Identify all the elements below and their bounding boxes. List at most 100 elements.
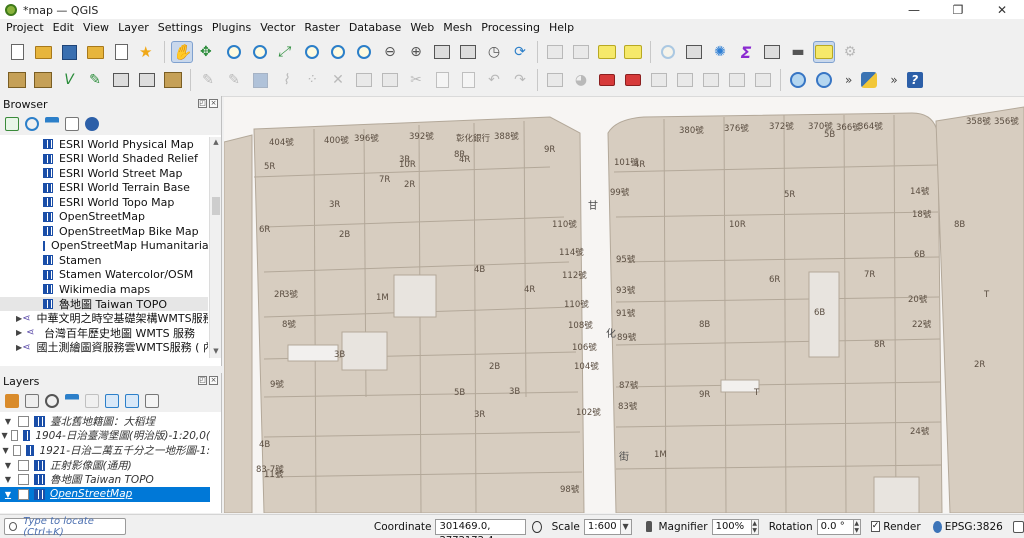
identify-button[interactable] [657, 41, 679, 63]
menu-mesh[interactable]: Mesh [443, 21, 472, 34]
layer-row[interactable]: ▼ OpenStreetMap [0, 486, 210, 502]
scrollbar-thumb[interactable] [212, 197, 220, 215]
select-features-button[interactable] [544, 41, 566, 63]
browser-item[interactable]: OpenStreetMap [0, 210, 208, 225]
map-canvas[interactable]: 404號 400號 396號 392號 388號 380號 376號 372號 370號 366號… [224, 97, 1024, 513]
magnifier-field[interactable]: 100% [711, 518, 752, 535]
zoom-native-button[interactable] [353, 41, 375, 63]
diagram-tool-button[interactable]: ◕ [570, 69, 592, 91]
statistics-button[interactable]: Σ [735, 41, 757, 63]
locator-search[interactable]: Type to locate (Ctrl+K) [4, 516, 126, 538]
float-panel-button[interactable]: ◰ [198, 99, 207, 108]
add-selected-layers-icon[interactable] [5, 117, 19, 131]
new-geopackage-layer-button[interactable] [32, 69, 54, 91]
refresh-icon[interactable] [25, 117, 39, 131]
menu-project[interactable]: Project [6, 21, 44, 34]
add-point-button[interactable]: ⁘ [301, 69, 323, 91]
browser-service-group[interactable]: ▶ ⋖ 國土測繪圖資服務雲WMTS服務 ( 內政 [0, 340, 208, 355]
menu-view[interactable]: View [83, 21, 109, 34]
modify-attributes-button[interactable] [353, 69, 375, 91]
layer-visibility-checkbox[interactable] [18, 488, 29, 500]
settings-extra-button[interactable]: ⚙ [839, 41, 861, 63]
zoom-in-button[interactable] [223, 41, 245, 63]
attribute-table-button[interactable] [683, 41, 705, 63]
browser-item[interactable]: Stamen [0, 253, 208, 268]
zoom-last-button[interactable]: ⊖ [379, 41, 401, 63]
messages-icon[interactable] [1012, 520, 1024, 533]
pin-labels-button[interactable] [596, 69, 618, 91]
filter-icon[interactable] [45, 117, 59, 131]
style-panel-icon[interactable] [5, 394, 19, 408]
save-project-button[interactable] [58, 41, 80, 63]
info-icon[interactable] [85, 117, 99, 131]
scale-field[interactable]: 1:600 [583, 518, 621, 535]
browser-service-group[interactable]: ▶ ⋖ 中華文明之時空基礎架構WMTS服務 ( [0, 311, 208, 326]
magnifier-spin-icon[interactable]: ▲ ▼ [751, 518, 759, 535]
browser-item[interactable]: ESRI World Topo Map [0, 195, 208, 210]
browser-item[interactable]: ESRI World Physical Map [0, 137, 208, 152]
highlight-labels-button[interactable] [622, 69, 644, 91]
crs-label[interactable]: EPSG:3826 [945, 521, 1003, 533]
save-as-button[interactable] [84, 41, 106, 63]
menu-layer[interactable]: Layer [118, 21, 149, 34]
delete-selected-button[interactable] [379, 69, 401, 91]
add-wms-layer-button[interactable] [787, 69, 809, 91]
layer-visibility-checkbox[interactable] [18, 459, 29, 471]
new-bookmark-button[interactable] [431, 41, 453, 63]
layer-row[interactable]: ▼ 1921-日治二萬五千分之一地形圖-1: [0, 443, 210, 458]
browser-item[interactable]: Wikimedia maps [0, 282, 208, 297]
add-raster-button[interactable] [110, 69, 132, 91]
layer-visibility-checkbox[interactable] [13, 444, 22, 456]
expand-arrow-icon[interactable]: ▼ [0, 461, 16, 470]
style-manager-button[interactable]: ★ [136, 41, 158, 63]
menu-web[interactable]: Web [410, 21, 434, 34]
zoom-layer-button[interactable] [327, 41, 349, 63]
layer-row[interactable]: ▼ 1904-日治臺灣堡圖(明治版)-1:20,0( [0, 429, 210, 444]
undo-button[interactable]: ↶ [483, 69, 505, 91]
browser-scrollbar[interactable]: ▲ ▼ [209, 137, 221, 358]
menu-plugins[interactable]: Plugins [212, 21, 251, 34]
browser-item[interactable]: 魯地圖 Taiwan TOPO [0, 296, 208, 311]
scroll-down-icon[interactable]: ▼ [210, 347, 222, 357]
map-tips-button[interactable] [813, 41, 835, 63]
toolbar-overflow-icon[interactable]: » [890, 73, 897, 87]
menu-raster[interactable]: Raster [304, 21, 339, 34]
close-panel-button[interactable]: × [209, 99, 218, 108]
layer-visibility-checkbox[interactable] [18, 474, 29, 486]
open-table-button[interactable] [761, 41, 783, 63]
layer-visibility-checkbox[interactable] [11, 430, 19, 442]
menu-processing[interactable]: Processing [481, 21, 540, 34]
expand-arrow-icon[interactable]: ▼ [0, 417, 16, 426]
render-checkbox[interactable]: ✓ [870, 521, 881, 532]
deselect-button[interactable] [596, 41, 618, 63]
layer-visibility-checkbox[interactable] [18, 415, 29, 427]
data-source-manager-button[interactable] [6, 69, 28, 91]
coordinate-field[interactable]: 301469.0, 2772172.4 [435, 518, 526, 538]
rotate-label-button[interactable] [674, 69, 696, 91]
zoom-next-button[interactable]: ⊕ [405, 41, 427, 63]
menu-database[interactable]: Database [349, 21, 402, 34]
select-by-value-button[interactable] [570, 41, 592, 63]
browser-item[interactable]: Stamen Watercolor/OSM [0, 268, 208, 283]
rotation-spin-icon[interactable]: ▲ ▼ [853, 518, 861, 535]
pan-to-selection-button[interactable]: ✥ [197, 41, 219, 63]
add-delimited-text-button[interactable]: ✎ [84, 69, 106, 91]
lock-scale-icon[interactable] [645, 521, 653, 532]
scroll-up-icon[interactable]: ▲ [210, 138, 222, 148]
copy-button[interactable] [431, 69, 453, 91]
menu-edit[interactable]: Edit [53, 21, 74, 34]
layer-row[interactable]: ▼ 臺北舊地籍圖：大稻埕 [0, 414, 210, 429]
paste-button[interactable] [457, 69, 479, 91]
vertex-tool-button[interactable]: ✕ [327, 69, 349, 91]
zoom-out-button[interactable] [249, 41, 271, 63]
add-wms-button[interactable] [162, 69, 184, 91]
refresh-button[interactable]: ⟳ [509, 41, 531, 63]
toggle-editing-button[interactable]: ✎ [197, 69, 219, 91]
processing-toolbox-button[interactable]: ✺ [709, 41, 731, 63]
zoom-selection-button[interactable] [301, 41, 323, 63]
select-location-button[interactable] [622, 41, 644, 63]
rotation-field[interactable]: 0.0 ° [816, 518, 854, 535]
pan-map-button[interactable]: ✋ [171, 41, 193, 63]
add-vector-layer-button[interactable]: V [58, 69, 80, 91]
filter-legend-icon[interactable] [65, 394, 79, 408]
